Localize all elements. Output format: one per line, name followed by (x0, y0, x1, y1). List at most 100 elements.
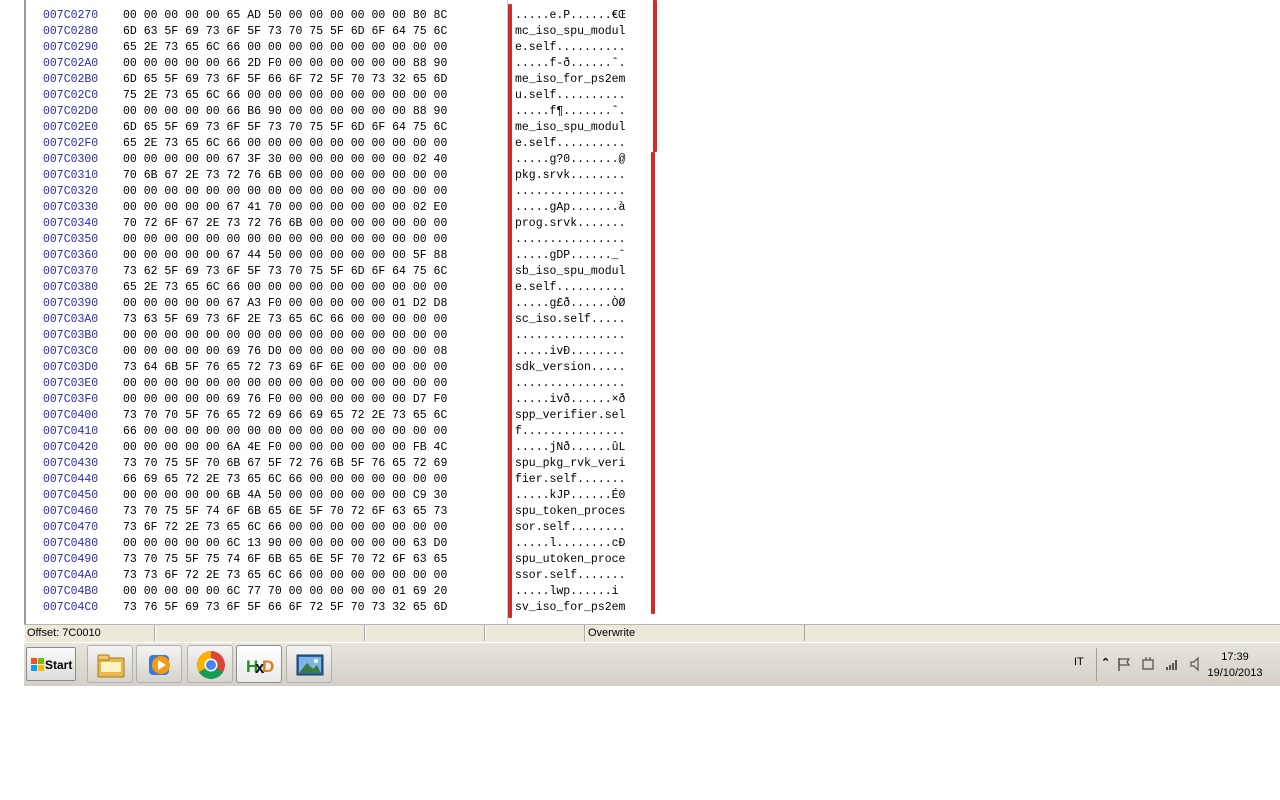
row-hex-bytes[interactable]: 6D 63 5F 69 73 6F 5F 73 70 75 5F 6D 6F 6… (123, 24, 447, 40)
row-hex-bytes[interactable]: 6D 65 5F 69 73 6F 5F 66 6F 72 5F 70 73 3… (123, 72, 447, 88)
row-ascii[interactable]: .....g£ð......ÒØ (515, 296, 625, 312)
row-hex-bytes[interactable]: 65 2E 73 65 6C 66 00 00 00 00 00 00 00 0… (123, 40, 447, 56)
hex-row[interactable]: 007C0360 00 00 00 00 00 67 44 50 00 00 00… (26, 248, 666, 264)
row-hex-bytes[interactable]: 73 70 75 5F 74 6F 6B 65 6E 5F 70 72 6F 6… (123, 504, 447, 520)
row-ascii[interactable]: spp_verifier.sel (515, 408, 625, 424)
row-ascii[interactable]: sc_iso.self..... (515, 312, 625, 328)
row-ascii[interactable]: sdk_version..... (515, 360, 625, 376)
row-ascii[interactable]: me_iso_for_ps2em (515, 72, 625, 88)
row-ascii[interactable]: ................ (515, 232, 625, 248)
row-ascii[interactable]: u.self.......... (515, 88, 625, 104)
network-icon[interactable] (1164, 656, 1180, 672)
clock[interactable]: 17:39 19/10/2013 (1191, 649, 1279, 681)
row-hex-bytes[interactable]: 00 00 00 00 00 6C 13 90 00 00 00 00 00 0… (123, 536, 447, 552)
row-ascii[interactable]: e.self.......... (515, 136, 625, 152)
row-ascii[interactable]: spu_pkg_rvk_veri (515, 456, 625, 472)
row-hex-bytes[interactable]: 75 2E 73 65 6C 66 00 00 00 00 00 00 00 0… (123, 88, 447, 104)
taskbar-photo-viewer[interactable] (286, 645, 332, 683)
hex-row[interactable]: 007C03D0 73 64 6B 5F 76 65 72 73 69 6F 6E… (26, 360, 666, 376)
show-hidden-icons-icon[interactable]: ⌃ (1101, 656, 1110, 669)
hex-row[interactable]: 007C0280 6D 63 5F 69 73 6F 5F 73 70 75 5F… (26, 24, 666, 40)
row-ascii[interactable]: ................ (515, 376, 625, 392)
hex-row[interactable]: 007C0330 00 00 00 00 00 67 41 70 00 00 00… (26, 200, 666, 216)
row-ascii[interactable]: e.self.......... (515, 40, 625, 56)
row-hex-bytes[interactable]: 73 6F 72 2E 73 65 6C 66 00 00 00 00 00 0… (123, 520, 447, 536)
row-ascii[interactable]: .....lwp......i (515, 584, 625, 600)
row-hex-bytes[interactable]: 00 00 00 00 00 00 00 00 00 00 00 00 00 0… (123, 184, 447, 200)
row-hex-bytes[interactable]: 00 00 00 00 00 67 44 50 00 00 00 00 00 0… (123, 248, 447, 264)
taskbar-explorer[interactable] (87, 645, 133, 683)
hex-row[interactable]: 007C0300 00 00 00 00 00 67 3F 30 00 00 00… (26, 152, 666, 168)
hex-editor-view[interactable]: 007C0270 00 00 00 00 00 65 AD 50 00 00 00… (24, 0, 1280, 624)
start-button[interactable]: Start (26, 647, 76, 681)
row-hex-bytes[interactable]: 73 70 75 5F 70 6B 67 5F 72 76 6B 5F 76 6… (123, 456, 447, 472)
row-ascii[interactable]: f............... (515, 424, 625, 440)
row-ascii[interactable]: .....kJP......É0 (515, 488, 625, 504)
row-hex-bytes[interactable]: 00 00 00 00 00 6C 77 70 00 00 00 00 00 0… (123, 584, 447, 600)
hex-row[interactable]: 007C0400 73 70 70 5F 76 65 72 69 66 69 65… (26, 408, 666, 424)
row-ascii[interactable]: .....jNð......ûL (515, 440, 625, 456)
taskbar-media-player[interactable] (136, 645, 182, 683)
row-hex-bytes[interactable]: 00 00 00 00 00 67 A3 F0 00 00 00 00 00 0… (123, 296, 447, 312)
row-ascii[interactable]: .....ivð......×ð (515, 392, 625, 408)
hex-row[interactable]: 007C0340 70 72 6F 67 2E 73 72 76 6B 00 00… (26, 216, 666, 232)
row-ascii[interactable]: .....gAp.......à (515, 200, 625, 216)
hex-row[interactable]: 007C03C0 00 00 00 00 00 69 76 D0 00 00 00… (26, 344, 666, 360)
row-ascii[interactable]: mc_iso_spu_modul (515, 24, 625, 40)
row-ascii[interactable]: e.self.......... (515, 280, 625, 296)
hex-row[interactable]: 007C0320 00 00 00 00 00 00 00 00 00 00 00… (26, 184, 666, 200)
row-ascii[interactable]: sor.self........ (515, 520, 625, 536)
hex-row[interactable]: 007C02B0 6D 65 5F 69 73 6F 5F 66 6F 72 5F… (26, 72, 666, 88)
hex-row[interactable]: 007C03A0 73 63 5F 69 73 6F 2E 73 65 6C 66… (26, 312, 666, 328)
row-hex-bytes[interactable]: 00 00 00 00 00 67 3F 30 00 00 00 00 00 0… (123, 152, 447, 168)
row-ascii[interactable]: .....e.P......€Œ (515, 8, 625, 24)
hex-row[interactable]: 007C03F0 00 00 00 00 00 69 76 F0 00 00 00… (26, 392, 666, 408)
hex-row[interactable]: 007C02F0 65 2E 73 65 6C 66 00 00 00 00 00… (26, 136, 666, 152)
row-hex-bytes[interactable]: 00 00 00 00 00 00 00 00 00 00 00 00 00 0… (123, 232, 447, 248)
row-ascii[interactable]: .....g?0.......@ (515, 152, 625, 168)
hex-row[interactable]: 007C04C0 73 76 5F 69 73 6F 5F 66 6F 72 5F… (26, 600, 666, 616)
row-hex-bytes[interactable]: 70 6B 67 2E 73 72 76 6B 00 00 00 00 00 0… (123, 168, 447, 184)
row-hex-bytes[interactable]: 00 00 00 00 00 66 2D F0 00 00 00 00 00 0… (123, 56, 447, 72)
hex-row[interactable]: 007C02D0 00 00 00 00 00 66 B6 90 00 00 00… (26, 104, 666, 120)
row-hex-bytes[interactable]: 00 00 00 00 00 00 00 00 00 00 00 00 00 0… (123, 328, 447, 344)
row-hex-bytes[interactable]: 66 69 65 72 2E 73 65 6C 66 00 00 00 00 0… (123, 472, 447, 488)
row-ascii[interactable]: .....ivÐ........ (515, 344, 625, 360)
hex-row[interactable]: 007C0430 73 70 75 5F 70 6B 67 5F 72 76 6B… (26, 456, 666, 472)
hex-row[interactable]: 007C0390 00 00 00 00 00 67 A3 F0 00 00 00… (26, 296, 666, 312)
row-ascii[interactable]: ................ (515, 184, 625, 200)
hex-row[interactable]: 007C04B0 00 00 00 00 00 6C 77 70 00 00 00… (26, 584, 666, 600)
row-hex-bytes[interactable]: 00 00 00 00 00 6A 4E F0 00 00 00 00 00 0… (123, 440, 447, 456)
row-hex-bytes[interactable]: 73 64 6B 5F 76 65 72 73 69 6F 6E 00 00 0… (123, 360, 447, 376)
taskbar-chrome[interactable] (187, 645, 233, 683)
row-hex-bytes[interactable]: 73 62 5F 69 73 6F 5F 73 70 75 5F 6D 6F 6… (123, 264, 447, 280)
row-ascii[interactable]: .....f¶.......ˆ. (515, 104, 625, 120)
hex-row[interactable]: 007C0350 00 00 00 00 00 00 00 00 00 00 00… (26, 232, 666, 248)
row-hex-bytes[interactable]: 73 70 70 5F 76 65 72 69 66 69 65 72 2E 7… (123, 408, 447, 424)
row-hex-bytes[interactable]: 00 00 00 00 00 69 76 F0 00 00 00 00 00 0… (123, 392, 447, 408)
hex-row[interactable]: 007C0290 65 2E 73 65 6C 66 00 00 00 00 00… (26, 40, 666, 56)
row-hex-bytes[interactable]: 73 63 5F 69 73 6F 2E 73 65 6C 66 00 00 0… (123, 312, 447, 328)
hex-row[interactable]: 007C03E0 00 00 00 00 00 00 00 00 00 00 00… (26, 376, 666, 392)
row-ascii[interactable]: fier.self....... (515, 472, 625, 488)
row-hex-bytes[interactable]: 73 70 75 5F 75 74 6F 6B 65 6E 5F 70 72 6… (123, 552, 447, 568)
row-hex-bytes[interactable]: 00 00 00 00 00 6B 4A 50 00 00 00 00 00 0… (123, 488, 447, 504)
row-ascii[interactable]: me_iso_spu_modul (515, 120, 625, 136)
row-ascii[interactable]: spu_token_proces (515, 504, 625, 520)
row-ascii[interactable]: spu_utoken_proce (515, 552, 625, 568)
flag-icon[interactable] (1116, 656, 1132, 672)
row-hex-bytes[interactable]: 00 00 00 00 00 67 41 70 00 00 00 00 00 0… (123, 200, 447, 216)
row-hex-bytes[interactable]: 65 2E 73 65 6C 66 00 00 00 00 00 00 00 0… (123, 280, 447, 296)
hex-row[interactable]: 007C0450 00 00 00 00 00 6B 4A 50 00 00 00… (26, 488, 666, 504)
hex-row[interactable]: 007C0490 73 70 75 5F 75 74 6F 6B 65 6E 5F… (26, 552, 666, 568)
hex-row[interactable]: 007C0470 73 6F 72 2E 73 65 6C 66 00 00 00… (26, 520, 666, 536)
row-ascii[interactable]: .....gDP......_ˆ (515, 248, 625, 264)
row-hex-bytes[interactable]: 00 00 00 00 00 00 00 00 00 00 00 00 00 0… (123, 376, 447, 392)
row-hex-bytes[interactable]: 00 00 00 00 00 69 76 D0 00 00 00 00 00 0… (123, 344, 447, 360)
hex-row[interactable]: 007C0460 73 70 75 5F 74 6F 6B 65 6E 5F 70… (26, 504, 666, 520)
row-hex-bytes[interactable]: 70 72 6F 67 2E 73 72 76 6B 00 00 00 00 0… (123, 216, 447, 232)
row-ascii[interactable]: sv_iso_for_ps2em (515, 600, 625, 616)
row-hex-bytes[interactable]: 00 00 00 00 00 65 AD 50 00 00 00 00 00 0… (123, 8, 447, 24)
hex-row[interactable]: 007C0480 00 00 00 00 00 6C 13 90 00 00 00… (26, 536, 666, 552)
hex-row[interactable]: 007C0270 00 00 00 00 00 65 AD 50 00 00 00… (26, 8, 666, 24)
